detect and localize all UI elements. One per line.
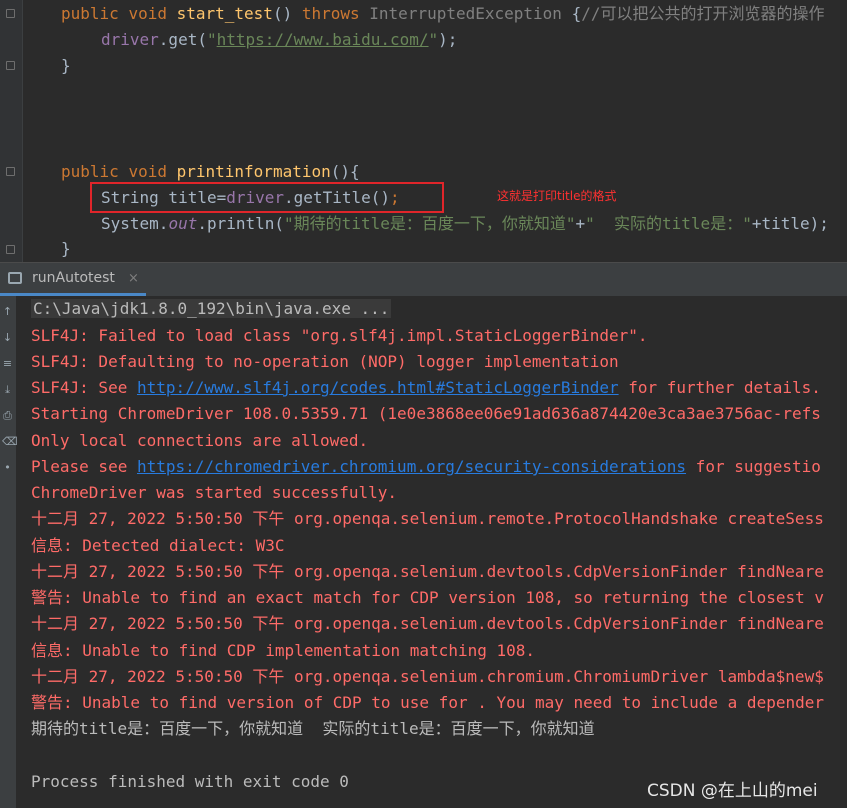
console-line: 信息: Unable to find CDP implementation ma… — [31, 641, 536, 660]
console-line: Starting ChromeDriver 108.0.5359.71 (1e0… — [31, 404, 821, 423]
console-line: 十二月 27, 2022 5:50:50 下午 org.openqa.selen… — [31, 562, 824, 581]
code-line-7[interactable]: } — [61, 236, 71, 262]
exception-name: InterruptedException — [369, 4, 562, 23]
quote: " — [206, 30, 217, 49]
console-line: Please see https://chromedriver.chromium… — [31, 454, 821, 480]
scroll-to-end-icon[interactable]: ⤓ — [2, 384, 13, 395]
stop-icon[interactable]: ↓ — [2, 332, 13, 343]
annotation-highlight-box — [90, 182, 444, 213]
command-line[interactable]: C:\Java\jdk1.8.0_192\bin\java.exe ... — [31, 299, 392, 318]
closing-brace: } — [61, 56, 71, 75]
console-line: 信息: Detected dialect: W3C — [31, 536, 285, 555]
console-line: 十二月 27, 2022 5:50:50 下午 org.openqa.selen… — [31, 667, 824, 686]
wrap-icon[interactable]: ≡ — [2, 358, 13, 369]
code-comment: //可以把公共的打开浏览器的操作 — [581, 4, 825, 23]
console-line: 期待的title是：百度一下，你就知道 实际的title是：百度一下，你就知道 — [31, 719, 595, 738]
console-link[interactable]: https://chromedriver.chromium.org/securi… — [137, 457, 686, 476]
console-line: Only local connections are allowed. — [31, 431, 369, 450]
field-driver: driver — [101, 30, 159, 49]
keyword-throws: throws — [301, 4, 360, 23]
code-editor[interactable]: public void start_test() throws Interrup… — [0, 0, 847, 262]
pin-icon[interactable]: • — [2, 462, 13, 473]
keyword-void: void — [128, 4, 167, 23]
console-text: for suggestio — [686, 457, 821, 476]
closing-brace: } — [61, 239, 71, 258]
quote: " — [428, 30, 439, 49]
console-line: Process finished with exit code 0 — [31, 772, 349, 791]
keyword-public: public — [61, 162, 119, 181]
console-line: 警告: Unable to find an exact match for CD… — [31, 588, 824, 607]
console-line: SLF4J: Defaulting to no-operation (NOP) … — [31, 352, 619, 371]
tab-run-autotest[interactable]: runAutotest × — [0, 263, 146, 296]
watermark: CSDN @在上山的mei — [647, 781, 818, 801]
method-name: start_test — [176, 4, 273, 23]
print-icon[interactable]: ⎙ — [2, 410, 13, 421]
code-line-3[interactable]: } — [61, 53, 71, 79]
string-literal: " 实际的title是：" — [585, 214, 752, 233]
code-line-6[interactable]: System.out.println("期待的title是：百度一下，你就知道"… — [101, 211, 829, 237]
fold-marker-icon[interactable] — [6, 9, 15, 18]
paren: () — [272, 4, 293, 23]
run-config-icon — [8, 272, 22, 284]
console-line: ChromeDriver was started successfully. — [31, 483, 398, 502]
console-toolbar: ↑ ↓ ≡ ⤓ ⎙ ⌫ • — [0, 296, 18, 808]
method-call: .get( — [158, 30, 207, 49]
console-line: SLF4J: Failed to load class "org.slf4j.i… — [31, 326, 648, 345]
run-tool-window-header: runAutotest × — [0, 262, 847, 296]
url-literal[interactable]: https://www.baidu.com/ — [217, 30, 429, 49]
statement-end: ); — [438, 30, 458, 49]
fold-marker-icon[interactable] — [6, 167, 15, 176]
console-link[interactable]: http://www.slf4j.org/codes.html#StaticLo… — [137, 378, 619, 397]
console-line: 十二月 27, 2022 5:50:50 下午 org.openqa.selen… — [31, 509, 824, 528]
run-console[interactable]: ↑ ↓ ≡ ⤓ ⎙ ⌫ • C:\Java\jdk1.8.0_192\bin\j… — [0, 296, 847, 808]
console-line: 十二月 27, 2022 5:50:50 下午 org.openqa.selen… — [31, 614, 824, 633]
statement-end: +title); — [751, 214, 829, 233]
paren-brace: (){ — [330, 162, 360, 181]
console-line: 警告: Unable to find version of CDP to use… — [31, 693, 824, 712]
fold-marker-icon[interactable] — [6, 61, 15, 70]
system-class: System. — [101, 214, 169, 233]
keyword-void: void — [128, 162, 167, 181]
trash-icon[interactable]: ⌫ — [2, 436, 18, 447]
console-line: SLF4J: See http://www.slf4j.org/codes.ht… — [31, 375, 821, 401]
tab-label: runAutotest — [32, 270, 115, 286]
operator: + — [575, 214, 586, 233]
code-line-1[interactable]: public void start_test() throws Interrup… — [61, 1, 825, 27]
brace: { — [571, 4, 582, 23]
console-text: SLF4J: See — [31, 378, 137, 397]
method-name: printinformation — [176, 162, 331, 181]
fold-marker-icon[interactable] — [6, 245, 15, 254]
string-literal: "期待的title是：百度一下，你就知道" — [284, 214, 576, 233]
console-text: for further details. — [618, 378, 821, 397]
console-line: C:\Java\jdk1.8.0_192\bin\java.exe ... — [31, 296, 392, 322]
close-icon[interactable]: × — [128, 271, 139, 286]
keyword-public: public — [61, 4, 119, 23]
rerun-icon[interactable]: ↑ — [2, 306, 13, 317]
console-text: Please see — [31, 457, 137, 476]
field-out: out — [168, 214, 198, 233]
annotation-text: 这就是打印title的格式 — [497, 189, 617, 203]
editor-gutter — [0, 0, 23, 262]
method-call: .println( — [197, 214, 285, 233]
code-line-2[interactable]: driver.get("https://www.baidu.com/"); — [101, 27, 457, 53]
